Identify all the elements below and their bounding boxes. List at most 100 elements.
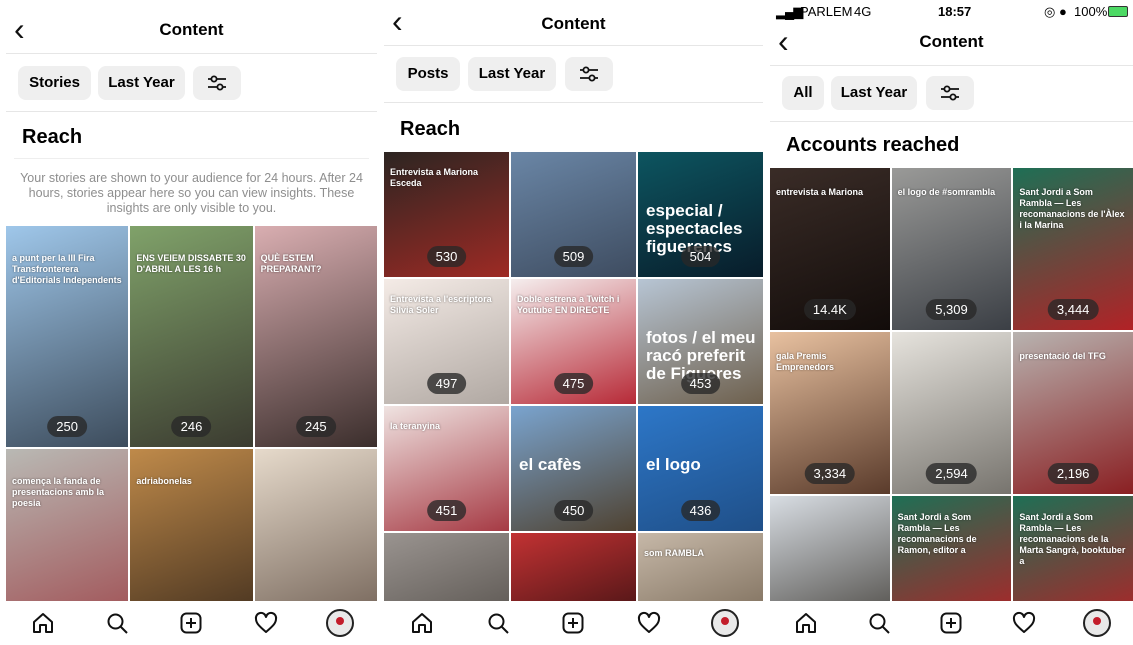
location-icon: ◎ ● xyxy=(1044,4,1067,19)
time-range-filter[interactable]: Last Year xyxy=(468,57,556,91)
tab-home[interactable] xyxy=(406,607,438,639)
page-title: Content xyxy=(919,32,984,51)
reach-count-badge: 504 xyxy=(680,246,721,267)
reach-count-badge: 2,594 xyxy=(926,463,977,484)
content-thumbnail[interactable]: QUÈ ESTEM PREPARANT? 245 xyxy=(254,226,377,447)
tab-heart[interactable] xyxy=(1008,607,1040,639)
stories-insights-screen: ‹ Content Stories Last Year Reach Your s… xyxy=(6,0,377,645)
tab-profile[interactable] xyxy=(709,607,741,639)
content-thumbnail[interactable]: especial / espectacles figuerencs504 xyxy=(638,152,763,277)
tab-new-post[interactable] xyxy=(175,607,207,639)
bottom-tab-bar xyxy=(6,601,377,645)
thumbnail-headline: el cafès xyxy=(519,455,582,474)
reach-count-badge: 453 xyxy=(680,373,721,394)
header: ‹ Content xyxy=(770,20,1133,66)
heart-icon xyxy=(638,611,661,633)
clock: 18:57 xyxy=(938,4,972,19)
tab-heart[interactable] xyxy=(633,607,665,639)
filter-bar: Posts Last Year xyxy=(384,45,763,103)
content-thumbnail[interactable]: ENS VEIEM DISSABTE 30 D'ABRIL A LES 16 h… xyxy=(130,226,253,447)
reach-count-badge: 250 xyxy=(47,416,88,437)
content-thumbnail[interactable]: presentació del TFG 2,196 xyxy=(1013,332,1133,494)
section-heading: Accounts reached xyxy=(786,134,960,156)
thumbnail-caption: Sant Jordi a Som Rambla — Les recomanaci… xyxy=(897,511,977,555)
thumbnail-caption: QUÈ ESTEM PREPARANT? xyxy=(260,252,322,274)
page-title: Content xyxy=(541,14,606,33)
filter-settings-button[interactable] xyxy=(926,76,974,110)
avatar xyxy=(325,609,354,637)
tab-search[interactable] xyxy=(863,607,895,639)
thumbnail-caption: Entrevista a Mariona Esceda xyxy=(390,167,479,188)
content-thumbnail[interactable]: Entrevista a Mariona Esceda 530 xyxy=(384,152,509,277)
thumbnail-caption: ENS VEIEM DISSABTE 30 D'ABRIL A LES 16 h xyxy=(136,252,246,274)
content-type-filter[interactable]: All xyxy=(782,76,824,110)
tab-new-post[interactable] xyxy=(935,607,967,639)
time-range-filter[interactable]: Last Year xyxy=(98,66,185,100)
content-thumbnail[interactable]: a punt per la III Fira Transfronterera d… xyxy=(6,226,129,447)
reach-count-badge: 3,334 xyxy=(804,463,856,484)
content-thumbnail[interactable]: 2,594 xyxy=(891,332,1012,494)
signal-icon: ▂▄▆ xyxy=(776,4,803,19)
thumbnail-caption: Entrevista a l'escriptora Sílvia Soler xyxy=(390,294,492,315)
header: ‹ Content xyxy=(6,8,377,54)
content-thumbnail[interactable]: el cafès 450 xyxy=(511,406,636,531)
content-type-filter[interactable]: Stories xyxy=(18,66,91,100)
reach-count-badge: 3,444 xyxy=(1047,299,1099,320)
tab-home[interactable] xyxy=(790,607,822,639)
tab-heart[interactable] xyxy=(250,607,282,639)
thumbnail-caption: el logo de #somrambla xyxy=(897,187,996,198)
home-icon xyxy=(796,613,817,633)
content-grid: a punt per la III Fira Transfronterera d… xyxy=(6,226,377,645)
thumbnail-caption: gala Premis Emprenedors xyxy=(776,351,835,373)
tab-profile[interactable] xyxy=(1081,607,1113,639)
thumbnail-caption: presentació del TFG xyxy=(1019,351,1106,362)
content-type-filter[interactable]: Posts xyxy=(396,57,460,91)
reach-count-badge: 14.4K xyxy=(803,299,856,320)
section-heading: Reach xyxy=(400,118,461,140)
content-thumbnail[interactable]: la teranyina 451 xyxy=(384,406,509,531)
search-icon xyxy=(488,613,509,634)
accounts-reached-screen: ▂▄▆ PARLEM 4G 18:57 ◎ ● 100% ‹ Content A… xyxy=(770,0,1133,645)
new-post-icon xyxy=(180,612,202,634)
home-icon xyxy=(33,613,54,633)
sliders-icon xyxy=(208,75,226,91)
content-thumbnail[interactable]: 509 xyxy=(511,152,636,277)
bottom-tab-bar xyxy=(384,601,763,645)
thumbnail-caption: Sant Jordi a Som Rambla — Les recomanaci… xyxy=(1019,511,1126,566)
new-post-icon xyxy=(562,612,584,634)
search-icon xyxy=(107,613,128,634)
content-thumbnail[interactable]: el logo de #somrambla 5,309 xyxy=(891,168,1012,330)
heart-icon xyxy=(254,611,277,633)
home-icon xyxy=(411,613,432,633)
reach-count-badge: 450 xyxy=(553,500,594,521)
carrier-name: PARLEM xyxy=(800,4,853,19)
status-bar: ▂▄▆ PARLEM 4G 18:57 ◎ ● 100% xyxy=(770,0,1133,22)
reach-count-badge: 436 xyxy=(680,500,721,521)
content-thumbnail[interactable]: Doble estrena a Twitch i Youtube EN DIRE… xyxy=(511,279,636,404)
reach-count-badge: 530 xyxy=(426,246,467,267)
avatar xyxy=(1082,609,1111,637)
reach-count-badge: 509 xyxy=(553,246,594,267)
filter-bar: Stories Last Year xyxy=(6,54,377,112)
filter-settings-button[interactable] xyxy=(565,57,613,91)
filter-bar: All Last Year xyxy=(770,64,1133,122)
time-range-filter[interactable]: Last Year xyxy=(831,76,917,110)
thumbnail-caption: comença la fanda de presentacions amb la… xyxy=(12,475,105,508)
content-thumbnail[interactable]: gala Premis Emprenedors 3,334 xyxy=(770,332,890,494)
content-thumbnail[interactable]: Entrevista a l'escriptora Sílvia Soler 49… xyxy=(384,279,509,404)
page-title: Content xyxy=(159,20,224,39)
tab-search[interactable] xyxy=(101,607,133,639)
content-thumbnail[interactable]: fotos / el meu racó preferit de Figueres… xyxy=(638,279,763,404)
tab-profile[interactable] xyxy=(324,607,356,639)
tab-home[interactable] xyxy=(27,607,59,639)
tab-new-post[interactable] xyxy=(557,607,589,639)
network-type: 4G xyxy=(854,4,872,19)
thumbnail-caption: entrevista a Mariona xyxy=(776,187,864,198)
content-thumbnail[interactable]: Sant Jordi a Som Rambla — Les recomanaci… xyxy=(1013,168,1133,330)
tab-search[interactable] xyxy=(482,607,514,639)
header: ‹ Content xyxy=(384,0,763,46)
content-thumbnail[interactable]: el logo 436 xyxy=(638,406,763,531)
filter-settings-button[interactable] xyxy=(193,66,241,100)
content-thumbnail[interactable]: entrevista a Mariona 14.4K xyxy=(770,168,890,330)
avatar xyxy=(711,609,740,637)
